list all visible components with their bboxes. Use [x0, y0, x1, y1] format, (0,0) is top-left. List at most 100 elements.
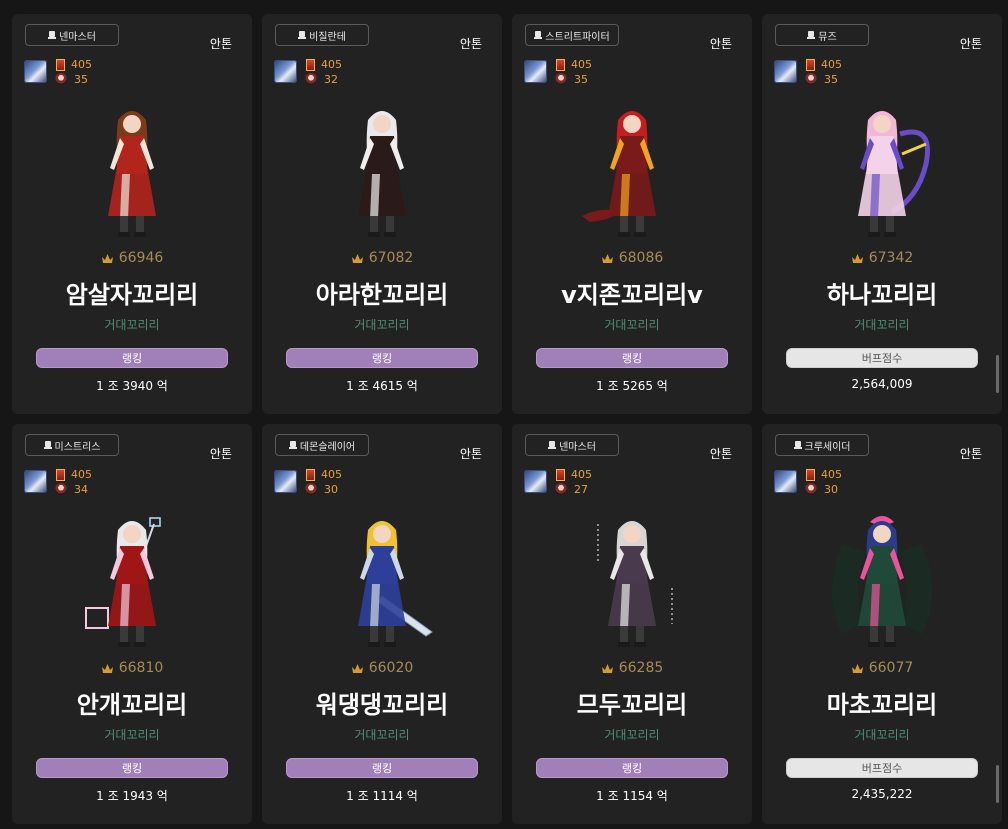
guild-name: 거대꼬리리: [604, 318, 660, 332]
ranking-button[interactable]: 랭킹: [286, 758, 478, 778]
class-icon: [43, 440, 52, 450]
level-stat: 405: [571, 58, 592, 71]
secondary-stat: 30: [824, 483, 838, 496]
fame-score: 67342: [762, 250, 1002, 266]
job-tag[interactable]: 데몬슬레이어: [275, 434, 369, 456]
job-label: 비질란테: [309, 31, 346, 43]
server-name: 안톤: [209, 37, 232, 51]
guild-name: 거대꼬리리: [354, 318, 410, 332]
crown-icon: [851, 663, 863, 673]
character-sprite: [358, 111, 406, 237]
ranking-button[interactable]: 랭킹: [536, 348, 728, 368]
adventurer-avatar: [24, 60, 47, 83]
class-icon: [288, 440, 297, 450]
adventurer-avatar: [274, 470, 297, 493]
character-card[interactable]: 데몬슬레이어 안톤 405 30 66020 워댕댕꼬리리 거대꼬리리 랭킹 1 조 1114 …: [262, 424, 502, 824]
secondary-stat: 27: [574, 483, 588, 496]
level-stat: 405: [571, 468, 592, 481]
level-stat: 405: [321, 58, 342, 71]
fame-score: 66946: [12, 250, 252, 266]
stat-value: 1 조 4615 억: [346, 379, 418, 393]
job-tag[interactable]: 미스트리스: [25, 434, 119, 456]
buff-score-button[interactable]: 버프점수: [786, 758, 978, 778]
stat-value: 1 조 1114 억: [346, 789, 418, 803]
crown-icon: [601, 663, 613, 673]
character-card[interactable]: 비질란테안톤 405 32 67082 아라한꼬리리거대꼬리리랭킹 1 조 4615 억: [262, 14, 502, 414]
character-card[interactable]: 스트리트파이터 안톤 405 35 68086 v지존꼬리리v 거대꼬리리 랭킹 1 조 526…: [512, 14, 752, 414]
class-icon: [534, 30, 543, 40]
level-stat: 405: [821, 468, 842, 481]
stat-value: 2,435,222: [851, 787, 913, 801]
fame-score: 66285: [512, 660, 752, 676]
character-mini-icon: [555, 73, 567, 85]
medal-icon: [556, 469, 565, 481]
medal-icon: [806, 469, 815, 481]
server-name: 안톤: [459, 37, 482, 51]
job-tag[interactable]: 뮤즈: [775, 24, 869, 46]
job-tag[interactable]: 넨마스터: [525, 434, 619, 456]
job-tag[interactable]: 비질란테: [275, 24, 369, 46]
secondary-stat: 35: [574, 73, 588, 86]
crown-icon: [351, 663, 363, 673]
character-grid: 넨마스터 안톤 405 35 66946 암살자꼬리리 거대꼬리리 랭킹 1 조 3940 억비…: [0, 0, 1008, 829]
adventurer-avatar: [774, 470, 797, 493]
server-name: 안톤: [459, 447, 482, 461]
fame-score: 66077: [762, 660, 1002, 676]
secondary-stat: 35: [74, 73, 88, 86]
guild-name: 거대꼬리리: [354, 728, 410, 742]
character-name: 암살자꼬리리: [65, 281, 199, 309]
character-card[interactable]: 미스트리스 안톤 405 34 66810 안개꼬리리 거대꼬리리 랭킹 1 조 1943 억: [12, 424, 252, 824]
buff-score-button[interactable]: 버프점수: [786, 348, 978, 368]
character-card[interactable]: 넨마스터 안톤 405 35 66946 암살자꼬리리 거대꼬리리 랭킹 1 조 3940 억: [12, 14, 252, 414]
secondary-stat: 32: [324, 73, 338, 86]
guild-name: 거대꼬리리: [854, 728, 910, 742]
job-tag[interactable]: 스트리트파이터: [525, 24, 619, 46]
character-sprite: [597, 521, 673, 647]
character-sprite: [582, 111, 656, 237]
ranking-button[interactable]: 랭킹: [536, 758, 728, 778]
server-name: 안톤: [709, 37, 732, 51]
stat-value: 1 조 1154 억: [596, 789, 668, 803]
guild-name: 거대꼬리리: [854, 318, 910, 332]
secondary-stat: 34: [74, 483, 88, 496]
fame-score: 66020: [262, 660, 502, 676]
class-icon: [793, 440, 802, 450]
character-name: 안개꼬리리: [76, 691, 188, 719]
stat-value: 2,564,009: [851, 377, 913, 391]
character-name: 아라한꼬리리: [315, 281, 449, 309]
character-card[interactable]: 뮤즈 안톤 405 35 67342 하나꼬리리 거대꼬리리 버프점수 2,564,009: [762, 14, 1002, 414]
adventurer-avatar: [274, 60, 297, 83]
medal-icon: [556, 59, 565, 71]
crown-icon: [851, 253, 863, 263]
character-mini-icon: [805, 483, 817, 495]
job-label: 데몬슬레이어: [299, 441, 356, 453]
character-name: 므두꼬리리: [576, 691, 688, 719]
scrollbar[interactable]: [996, 355, 999, 393]
job-tag[interactable]: 넨마스터: [25, 24, 119, 46]
fame-value: 66077: [868, 660, 914, 676]
level-stat: 405: [71, 58, 92, 71]
job-label: 넨마스터: [559, 441, 596, 453]
scrollbar[interactable]: [996, 765, 999, 803]
character-name: 하나꼬리리: [826, 281, 938, 309]
character-card[interactable]: 넨마스터 안톤 405 27 66285 므두꼬리리 거대꼬리리 랭킹 1 조 1154 억: [512, 424, 752, 824]
ranking-button[interactable]: 랭킹: [36, 348, 228, 368]
fame-score: 68086: [512, 250, 752, 266]
level-stat: 405: [71, 468, 92, 481]
server-name: 안톤: [709, 447, 732, 461]
job-tag[interactable]: 크루세이더: [775, 434, 869, 456]
class-icon: [48, 30, 57, 40]
adventurer-avatar: [24, 470, 47, 493]
character-mini-icon: [305, 483, 317, 495]
secondary-stat: 30: [324, 483, 338, 496]
ranking-button[interactable]: 랭킹: [36, 758, 228, 778]
job-label: 넨마스터: [59, 31, 96, 43]
fame-score: 67082: [262, 250, 502, 266]
server-name: 안톤: [959, 37, 982, 51]
character-mini-icon: [55, 483, 67, 495]
ranking-button[interactable]: 랭킹: [286, 348, 478, 368]
character-mini-icon: [805, 73, 817, 85]
job-label: 뮤즈: [818, 31, 837, 43]
character-card[interactable]: 크루세이더 안톤 405 30 66077 마초꼬리리 거대꼬리리 버프점수 2,435,222: [762, 424, 1002, 824]
class-icon: [807, 30, 816, 40]
